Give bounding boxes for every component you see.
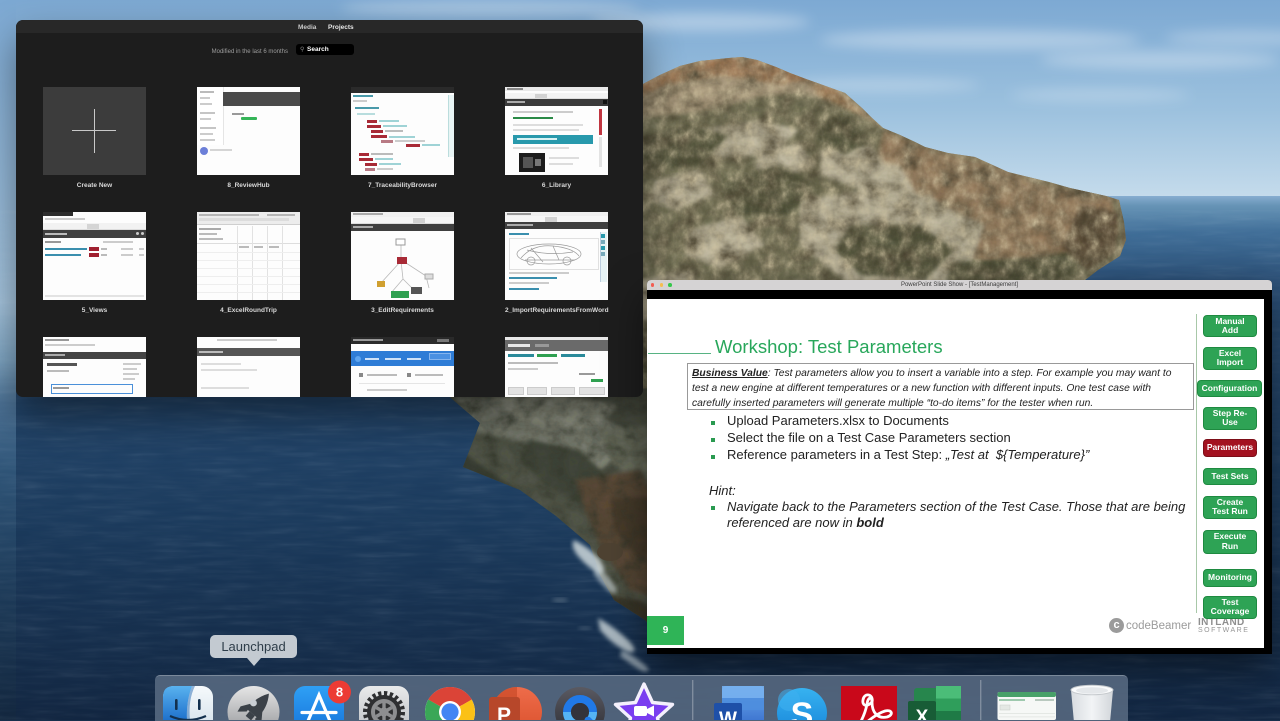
svg-text:X: X	[916, 707, 929, 720]
svg-text:8: 8	[336, 685, 343, 700]
svg-text:W: W	[719, 709, 737, 720]
svg-text:P: P	[497, 704, 511, 720]
svg-text:S: S	[791, 696, 814, 720]
